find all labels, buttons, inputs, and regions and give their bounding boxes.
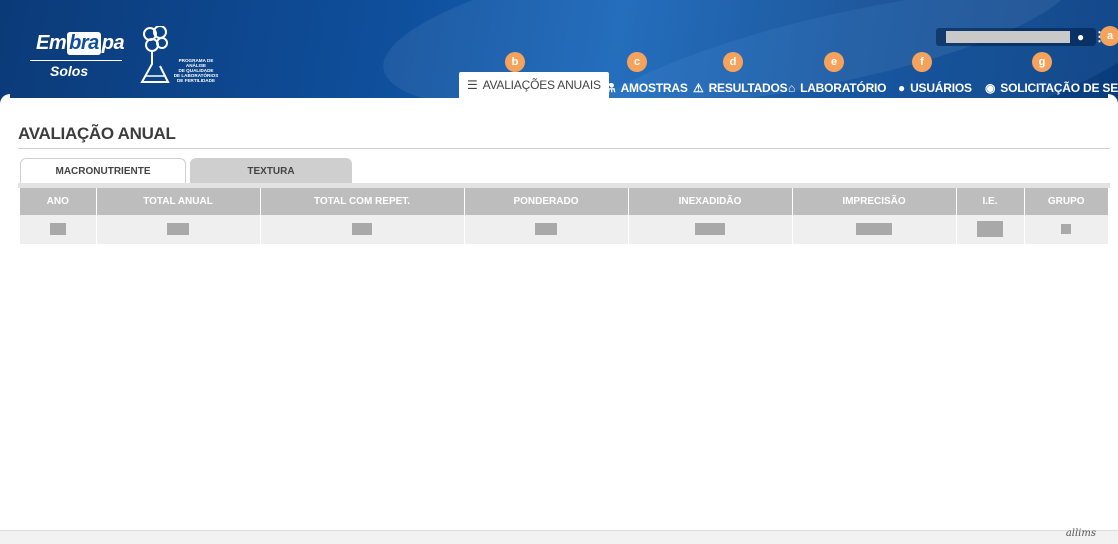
cell-grupo — [1024, 215, 1108, 244]
redacted-value — [856, 223, 892, 236]
cell-imprecisao — [792, 215, 957, 244]
badge-e: e — [824, 52, 844, 72]
badge-f: f — [912, 52, 932, 72]
column-header-inexadidao[interactable]: INEXADIDÃO — [628, 188, 793, 215]
title-divider — [18, 148, 1110, 149]
seal-icon: ◉ — [985, 81, 996, 95]
badge-g: g — [1032, 52, 1052, 72]
flask-icon: ⚠ — [693, 81, 704, 95]
nav-amostras[interactable]: ⚗ AMOSTRAS — [605, 78, 688, 98]
logo-subtitle: Solos — [50, 63, 89, 79]
redacted-value — [1061, 224, 1072, 235]
cell-ponderado — [464, 215, 629, 244]
nav-solicitacao-de-selos[interactable]: ◉ SOLICITAÇÃO DE SELOS — [985, 78, 1118, 98]
footer-bar — [0, 530, 1118, 544]
column-header-total-com-repet[interactable]: TOTAL COM REPET. — [260, 188, 465, 215]
badge-b: b — [505, 52, 525, 72]
table-header-row: ANO TOTAL ANUAL TOTAL COM REPET. PONDERA… — [20, 188, 1108, 215]
redacted-value — [535, 223, 557, 236]
redacted-value — [167, 223, 189, 236]
evaluation-table: ANO TOTAL ANUAL TOTAL COM REPET. PONDERA… — [20, 188, 1108, 244]
list-icon: ☰ — [467, 78, 478, 92]
badge-c: c — [627, 52, 647, 72]
column-header-ano[interactable]: ANO — [20, 188, 97, 215]
nav-resultados[interactable]: ⚠ RESULTADOS — [693, 78, 788, 98]
redacted-value — [695, 223, 725, 236]
user-name-redacted — [946, 31, 1070, 43]
column-header-imprecisao[interactable]: IMPRECISÃO — [792, 188, 957, 215]
user-icon: ● — [898, 81, 906, 95]
nav-avaliacoes-anuais[interactable]: ☰ AVALIAÇÕES ANUAIS — [459, 72, 609, 98]
redacted-value — [352, 223, 372, 236]
header-corner — [0, 94, 10, 104]
column-header-ie[interactable]: I.E. — [956, 188, 1025, 215]
top-header: Em bra pa Solos PROGRAMA DE ANÁLISE DE QUA… — [0, 0, 1118, 98]
cell-ie — [956, 215, 1025, 244]
redacted-value — [49, 223, 66, 236]
column-header-total-anual[interactable]: TOTAL ANUAL — [96, 188, 261, 215]
cell-total-com-repet — [260, 215, 465, 244]
tab-macronutriente[interactable]: MACRONUTRIENTE — [20, 158, 186, 184]
program-name: PROGRAMA DE ANÁLISE DE QUALIDADE DE LABO… — [173, 58, 219, 83]
column-header-grupo[interactable]: GRUPO — [1024, 188, 1108, 215]
header-corner — [1108, 94, 1118, 104]
badge-a: a — [1100, 26, 1118, 46]
cell-total-anual — [96, 215, 261, 244]
redacted-value — [977, 221, 1003, 238]
user-icon[interactable]: ● — [1077, 30, 1084, 44]
badge-d: d — [723, 52, 743, 72]
nav-usuarios[interactable]: ● USUÁRIOS — [898, 78, 972, 98]
footer-brand: allims — [1065, 528, 1096, 539]
app-root: Em bra pa Solos PROGRAMA DE ANÁLISE DE QUA… — [0, 0, 1118, 544]
samples-icon: ⚗ — [605, 81, 616, 95]
embrapa-logo[interactable]: Em bra pa — [36, 32, 125, 55]
cell-inexadidao — [628, 215, 793, 244]
column-header-ponderado[interactable]: PONDERADO — [464, 188, 629, 215]
logo-divider — [30, 60, 122, 61]
tab-textura[interactable]: TEXTURA — [190, 158, 352, 184]
table-row[interactable] — [20, 215, 1108, 244]
home-icon: ⌂ — [788, 81, 796, 95]
page-title: AVALIAÇÃO ANUAL — [18, 124, 176, 143]
nav-laboratorio[interactable]: ⌂ LABORATÓRIO — [788, 78, 887, 98]
cell-ano — [20, 215, 97, 244]
